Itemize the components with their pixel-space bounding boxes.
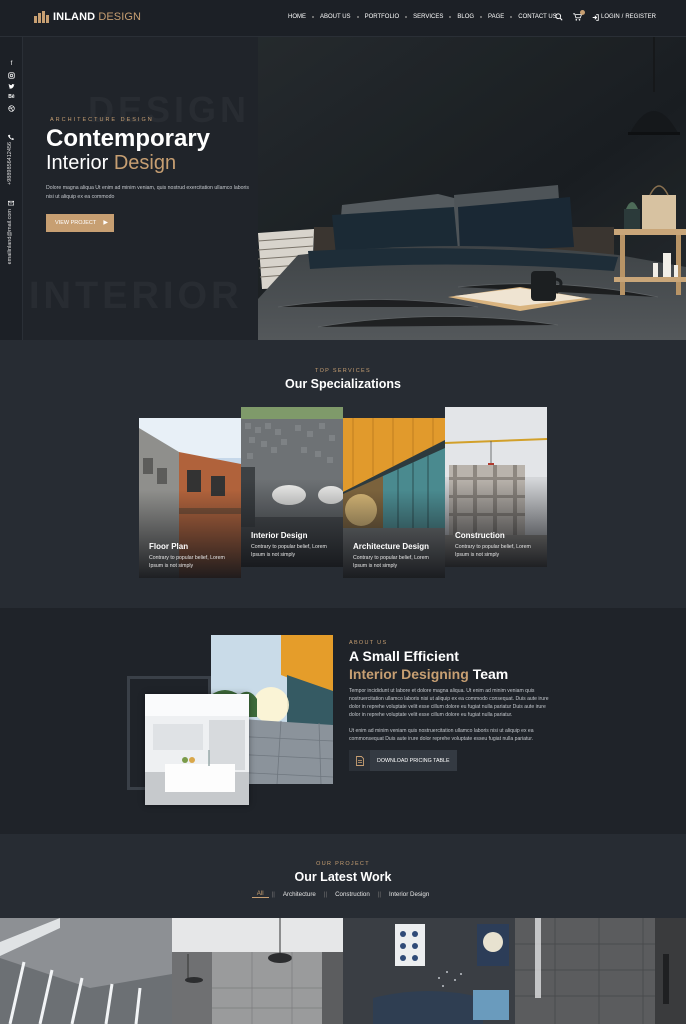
hero-bedroom-image bbox=[258, 37, 686, 340]
hero-kicker: ARCHITECTURE DESIGN bbox=[50, 117, 154, 123]
service-card-title: Interior Design bbox=[251, 531, 308, 540]
sidebar-phone[interactable]: +9889856412456 bbox=[7, 142, 13, 185]
filter-separator: || bbox=[377, 890, 382, 898]
login-divider: / bbox=[621, 14, 624, 20]
filter-separator: || bbox=[271, 890, 275, 898]
header-actions: LOGIN / REGISTER bbox=[555, 13, 656, 21]
hero-text: Dolore magna aliqua Ut enim ad minim ven… bbox=[46, 185, 249, 200]
site-header: INLAND DESIGN HOME ABOUT US PORTFOLIO SE… bbox=[0, 0, 686, 37]
logo[interactable]: INLAND DESIGN bbox=[34, 11, 141, 23]
project-item-bathroom[interactable] bbox=[172, 918, 343, 1024]
service-card-construction[interactable]: Construction Contrary to popular belief,… bbox=[445, 407, 547, 567]
about-paragraph-2: Ut enim ad minim veniam quis nostruercit… bbox=[349, 728, 534, 742]
behance-icon[interactable]: Bē bbox=[8, 94, 15, 101]
download-pricing-label: DOWNLOAD PRICING TABLE bbox=[377, 757, 450, 764]
instagram-icon[interactable] bbox=[8, 72, 15, 79]
service-card-title: Floor Plan bbox=[149, 542, 189, 551]
document-icon bbox=[349, 750, 370, 771]
project-item-corridor[interactable] bbox=[0, 918, 172, 1024]
mail-icon bbox=[8, 200, 14, 206]
login-link[interactable]: LOGIN bbox=[601, 14, 620, 20]
hero-title-line1: Contemporary bbox=[46, 125, 211, 152]
filter-construction[interactable]: Construction bbox=[330, 891, 375, 898]
nav-dot bbox=[480, 16, 483, 18]
facebook-icon[interactable]: f bbox=[8, 61, 15, 68]
cart-badge bbox=[580, 10, 585, 15]
project-item-concrete-room[interactable] bbox=[515, 918, 686, 1024]
bedroom-illustration bbox=[258, 37, 686, 340]
phone-icon bbox=[8, 134, 14, 140]
service-card-floor-plan[interactable]: Floor Plan Contrary to popular belief, L… bbox=[139, 418, 241, 578]
view-project-label: VIEW PROJECT bbox=[55, 220, 97, 226]
about-paragraph-1: Tempor incididunt ut labore et dolore ma… bbox=[349, 688, 549, 718]
projects-kicker: OUR PROJECT bbox=[316, 861, 370, 867]
logo-bold: INLAND bbox=[53, 11, 96, 23]
nav-portfolio[interactable]: PORTFOLIO bbox=[365, 14, 400, 20]
twitter-icon[interactable] bbox=[8, 83, 15, 90]
download-pricing-button[interactable]: DOWNLOAD PRICING TABLE bbox=[349, 750, 457, 771]
services-kicker: TOP SERVICES bbox=[315, 368, 371, 374]
service-card-architecture-design[interactable]: Architecture Design Contrary to popular … bbox=[343, 418, 445, 578]
nav-dot bbox=[356, 16, 359, 18]
filter-architecture[interactable]: Architecture bbox=[278, 891, 321, 898]
about-title-line1: A Small Efficient bbox=[349, 648, 459, 664]
service-card-title: Architecture Design bbox=[353, 542, 430, 551]
nav-blog[interactable]: BLOG bbox=[457, 14, 474, 20]
hero-title-word: Interior bbox=[46, 152, 109, 174]
dribbble-icon[interactable] bbox=[8, 105, 15, 112]
register-link[interactable]: REGISTER bbox=[625, 14, 656, 20]
nav-home[interactable]: HOME bbox=[288, 14, 306, 20]
about-image-kitchen bbox=[145, 694, 249, 805]
service-card-text: Contrary to popular belief, Lorem Ipsum … bbox=[251, 544, 327, 558]
filter-all[interactable]: All bbox=[251, 890, 269, 898]
service-card-title: Construction bbox=[455, 531, 505, 540]
service-card-interior-design[interactable]: Interior Design Contrary to popular beli… bbox=[241, 407, 343, 567]
service-card-text: Contrary to popular belief, Lorem Ipsum … bbox=[353, 555, 429, 569]
login-icon bbox=[592, 13, 599, 21]
nav-page[interactable]: PAGE bbox=[488, 14, 504, 20]
main-nav: HOME ABOUT US PORTFOLIO SERVICES BLOG PA… bbox=[288, 14, 557, 20]
search-icon[interactable] bbox=[555, 13, 563, 21]
play-arrow-icon: ▶ bbox=[103, 220, 108, 226]
nav-dot bbox=[510, 16, 513, 18]
service-card-text: Contrary to popular belief, Lorem Ipsum … bbox=[149, 555, 225, 569]
projects-title: Our Latest Work bbox=[294, 870, 392, 884]
filter-interior-design[interactable]: Interior Design bbox=[384, 891, 434, 898]
nav-dot bbox=[405, 16, 408, 18]
project-item-living-room[interactable] bbox=[343, 918, 515, 1024]
project-filters: All || Architecture || Construction || I… bbox=[0, 890, 686, 898]
hero-title-accent: Design bbox=[113, 152, 177, 174]
about-kicker: ABOUT US bbox=[349, 640, 388, 646]
logo-icon bbox=[34, 11, 50, 23]
sidebar-email[interactable]: emailinland@mail.com bbox=[7, 209, 13, 264]
service-card-text: Contrary to popular belief, Lorem Ipsum … bbox=[455, 544, 531, 558]
nav-dot bbox=[449, 16, 452, 18]
filter-separator: || bbox=[323, 890, 328, 898]
nav-services[interactable]: SERVICES bbox=[413, 14, 443, 20]
login-register: LOGIN / REGISTER bbox=[592, 13, 656, 21]
hero-title-line2: Interior Design bbox=[46, 152, 176, 175]
social-sidebar: f Bē +9889856412456 emailinland@mail.com bbox=[0, 37, 23, 340]
about-title-rest: Team bbox=[472, 666, 509, 682]
nav-dot bbox=[312, 16, 314, 18]
about-title-line2: Interior Designing Team bbox=[349, 666, 508, 682]
nav-about[interactable]: ABOUT US bbox=[320, 14, 351, 20]
nav-contact[interactable]: CONTACT US bbox=[518, 14, 556, 20]
ghost-word-bottom: INTERIOR bbox=[29, 275, 243, 318]
about-title-accent: Interior Designing bbox=[349, 666, 469, 682]
view-project-button[interactable]: VIEW PROJECT ▶ bbox=[46, 214, 114, 232]
about-section bbox=[0, 608, 686, 834]
logo-rest: DESIGN bbox=[98, 11, 142, 23]
services-title: Our Specializations bbox=[284, 377, 401, 391]
